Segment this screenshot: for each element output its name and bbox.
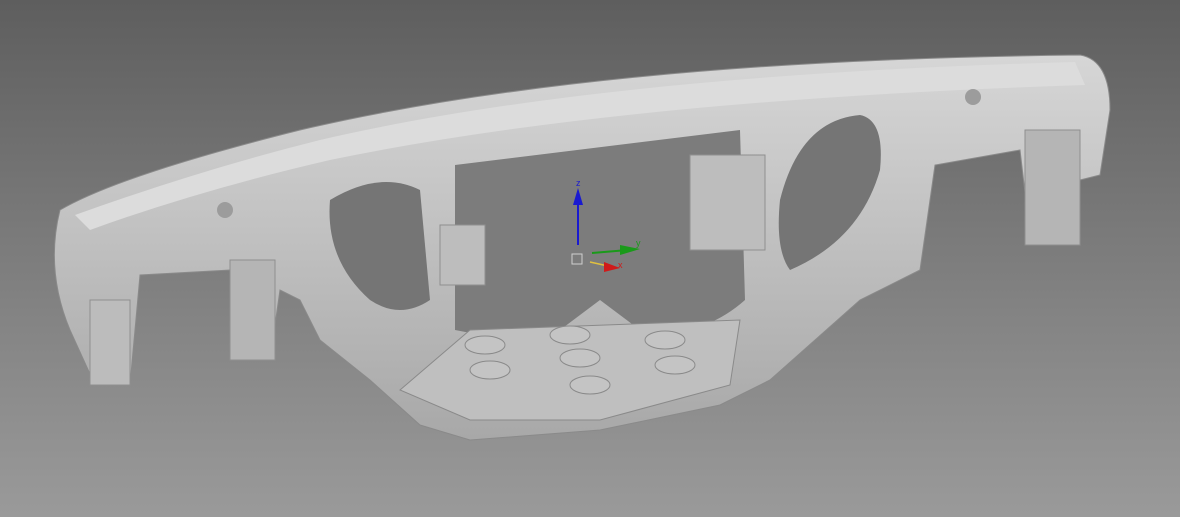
leg-right: [1024, 129, 1081, 246]
z-axis-label: z: [576, 178, 581, 188]
side-frame-model[interactable]: z y x: [0, 0, 1180, 517]
wear-plate-right: [689, 154, 766, 251]
y-axis-label: y: [636, 238, 641, 248]
leg-left: [229, 259, 276, 361]
hole-right: [965, 89, 981, 105]
pedestal-left: [89, 299, 131, 386]
hole-left: [217, 202, 233, 218]
3d-viewport[interactable]: z y x: [0, 0, 1180, 517]
wear-plate-left: [439, 224, 486, 286]
x-axis-label: x: [618, 260, 623, 270]
